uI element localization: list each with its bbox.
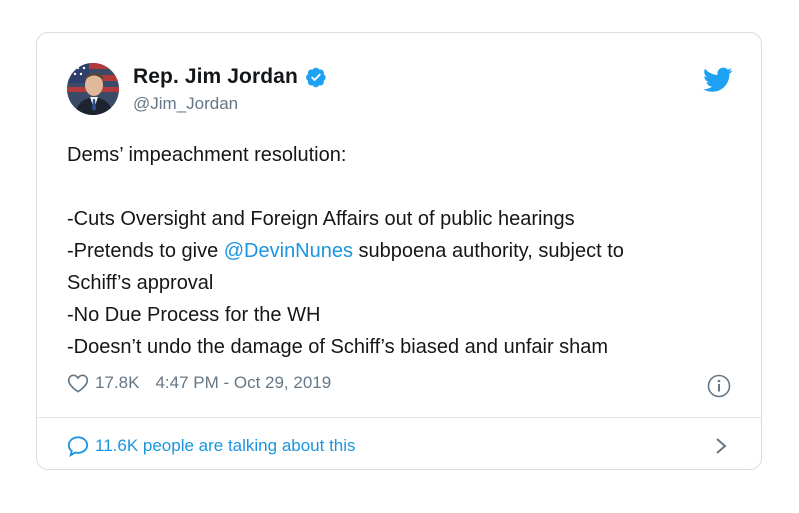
chevron-right-icon[interactable] xyxy=(711,435,731,457)
tweet-body: Dems’ impeachment resolution: -Cuts Over… xyxy=(67,139,747,363)
tweet-text-segment: subpoena authority, subject to xyxy=(353,240,624,262)
embedded-tweet-card[interactable]: Rep. Jim Jordan @Jim_Jordan Dems’ impeac… xyxy=(36,32,762,470)
tweet-line-with-mention: -Pretends to give @DevinNunes subpoena a… xyxy=(67,235,747,267)
avatar-photo xyxy=(67,63,119,115)
mention-link[interactable]: @DevinNunes xyxy=(224,240,353,262)
divider xyxy=(37,417,761,418)
tweet-line: -Doesn’t undo the damage of Schiff’s bia… xyxy=(67,336,609,358)
avatar[interactable] xyxy=(67,63,119,115)
heart-icon[interactable] xyxy=(67,373,89,393)
tweet-text-segment: -Pretends to give xyxy=(67,240,224,262)
tweet-meta: 17.8K 4:47 PM - Oct 29, 2019 xyxy=(67,373,331,393)
tweet-timestamp[interactable]: 4:47 PM - Oct 29, 2019 xyxy=(155,373,331,393)
twitter-bird-icon[interactable] xyxy=(703,67,733,93)
conversation-link[interactable]: 11.6K people are talking about this xyxy=(67,433,731,459)
tweet-line: Schiff’s approval xyxy=(67,272,214,294)
author-name-row[interactable]: Rep. Jim Jordan xyxy=(133,65,327,89)
verified-badge-icon xyxy=(305,66,327,88)
tweet-line: -No Due Process for the WH xyxy=(67,304,321,326)
author-handle[interactable]: @Jim_Jordan xyxy=(133,94,238,114)
info-icon[interactable] xyxy=(707,374,731,398)
speech-bubble-icon xyxy=(67,435,89,458)
talking-count-text[interactable]: 11.6K people are talking about this xyxy=(95,436,356,456)
tweet-line: -Cuts Oversight and Foreign Affairs out … xyxy=(67,208,575,230)
author-display-name[interactable]: Rep. Jim Jordan xyxy=(133,65,298,89)
like-count[interactable]: 17.8K xyxy=(95,373,139,393)
tweet-line: Dems’ impeachment resolution: xyxy=(67,144,347,166)
